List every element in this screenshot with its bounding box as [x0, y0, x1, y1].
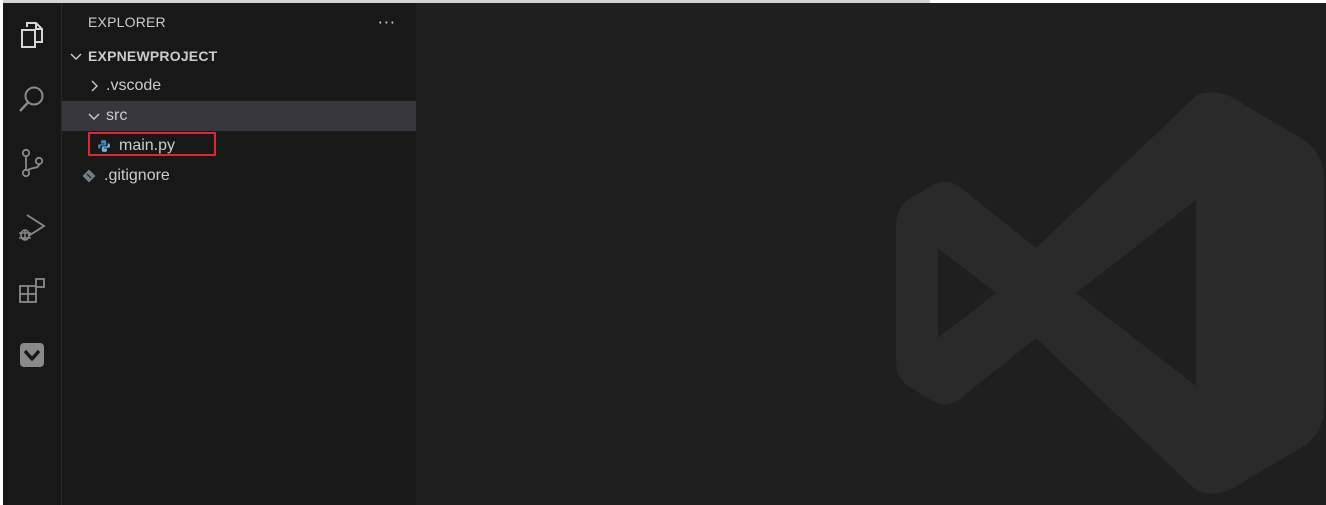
explorer-button[interactable] — [3, 3, 61, 67]
tree-item-vscode[interactable]: .vscode — [62, 71, 416, 101]
extensions-button[interactable] — [3, 259, 61, 323]
tree-item-label: .gitignore — [104, 167, 170, 184]
run-debug-button[interactable] — [3, 195, 61, 259]
more-actions-button[interactable]: ··· — [378, 13, 396, 32]
source-control-button[interactable] — [3, 131, 61, 195]
search-icon — [19, 86, 44, 112]
files-icon — [21, 22, 43, 48]
extension-panel-button[interactable] — [3, 323, 61, 387]
chevron-down-icon — [68, 48, 84, 64]
highlight-annotation — [88, 132, 216, 156]
activity-bar — [3, 3, 62, 505]
vscode-window: EXPLORER ··· EXPNEWPROJECT .vscode src m… — [3, 3, 1326, 505]
explorer-header: EXPLORER ··· — [62, 3, 416, 41]
explorer-sidebar: EXPLORER ··· EXPNEWPROJECT .vscode src m… — [62, 3, 416, 505]
project-name: EXPNEWPROJECT — [88, 48, 218, 64]
vscode-logo-watermark-icon — [896, 92, 1324, 494]
chevron-down-icon — [86, 108, 102, 124]
source-control-icon — [21, 148, 44, 178]
chevron-box-icon — [20, 343, 44, 367]
tree-item-src[interactable]: src — [62, 101, 416, 131]
project-root[interactable]: EXPNEWPROJECT — [62, 41, 416, 71]
tree-item-gitignore[interactable]: .gitignore — [62, 161, 416, 191]
editor-area — [416, 3, 1326, 505]
git-icon — [82, 169, 96, 183]
search-button[interactable] — [3, 67, 61, 131]
extensions-icon — [19, 278, 45, 303]
explorer-title: EXPLORER — [88, 14, 166, 30]
run-debug-icon — [19, 214, 46, 241]
tree-item-label: .vscode — [106, 77, 162, 94]
tree-item-main-py[interactable]: main.py — [62, 131, 416, 161]
chevron-right-icon — [86, 78, 102, 94]
tree-item-label: src — [106, 107, 128, 124]
